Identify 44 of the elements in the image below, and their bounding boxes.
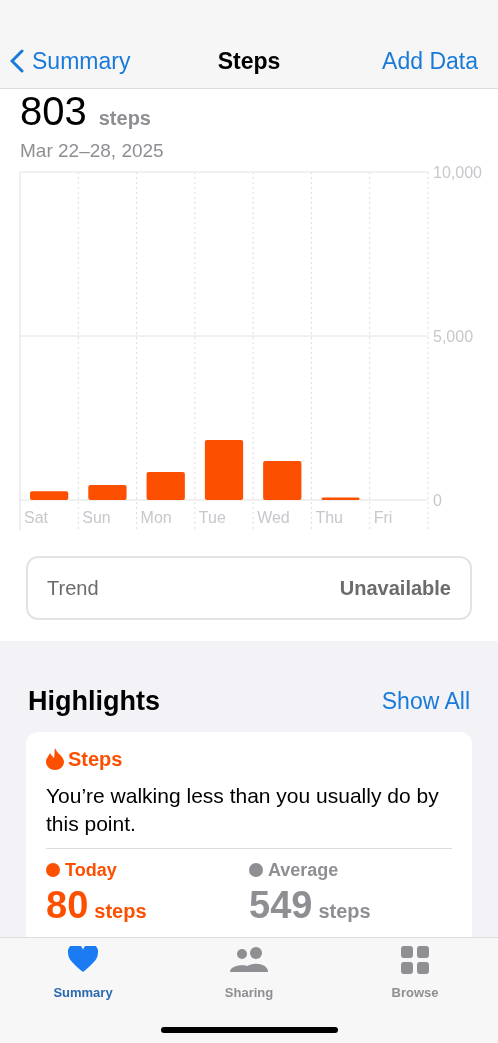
axis-label: Tue	[198, 508, 226, 526]
screen-title: Steps	[217, 47, 281, 76]
bar	[30, 490, 69, 500]
axis-label: Wed	[257, 508, 290, 526]
card-category: Steps	[68, 746, 123, 772]
bar	[88, 484, 127, 500]
steps-total: 803	[20, 91, 87, 131]
tab-bar-item[interactable]: Summary	[23, 946, 143, 1002]
tab-bar-item[interactable]: Browse	[355, 946, 475, 1002]
back-button[interactable]: Summary	[10, 44, 131, 79]
grid-icon	[401, 946, 429, 974]
axis-label: 5,000	[433, 327, 474, 345]
axis-label: 0	[433, 491, 442, 509]
people-icon	[229, 946, 269, 974]
stat-label: Average	[268, 858, 339, 882]
bar	[146, 471, 185, 500]
show-all-link[interactable]: Show All	[381, 684, 470, 719]
highlight-card[interactable]: Steps You’re walking less than you usually do by this point. Today 80 steps Average 549 steps	[26, 731, 472, 937]
bar	[263, 460, 302, 500]
stat-unit: steps	[94, 900, 147, 921]
stat-value: 549	[249, 885, 313, 924]
axis-label: Sun	[82, 508, 111, 526]
date-range: Mar 22–28, 2025	[19, 139, 165, 163]
axis-label: Thu	[315, 508, 343, 526]
heart-icon	[68, 946, 98, 972]
axis-label: Mon	[140, 508, 172, 526]
section-title: Highlights	[28, 685, 160, 718]
stat-value: 80	[46, 885, 89, 924]
trend-row[interactable]: Trend Unavailable	[26, 555, 472, 620]
add-data-button[interactable]: Add Data	[382, 44, 488, 79]
bar	[204, 439, 244, 500]
steps-unit: steps	[98, 108, 151, 128]
axis-label: Fri	[373, 508, 393, 526]
chevron-left-icon	[10, 49, 24, 74]
bar	[321, 496, 360, 500]
axis-label: Sat	[24, 508, 48, 526]
stat-label: Today	[65, 858, 117, 882]
stat-unit: steps	[318, 900, 371, 921]
flame-icon	[46, 747, 64, 770]
highlight-message: You’re walking less than you usually do by this point.	[46, 781, 452, 849]
trend-value: Unavailable	[339, 575, 451, 601]
tab-bar-item[interactable]: Sharing	[189, 946, 309, 1002]
axis-label: 10,000	[433, 165, 482, 181]
trend-label: Trend	[47, 575, 99, 601]
